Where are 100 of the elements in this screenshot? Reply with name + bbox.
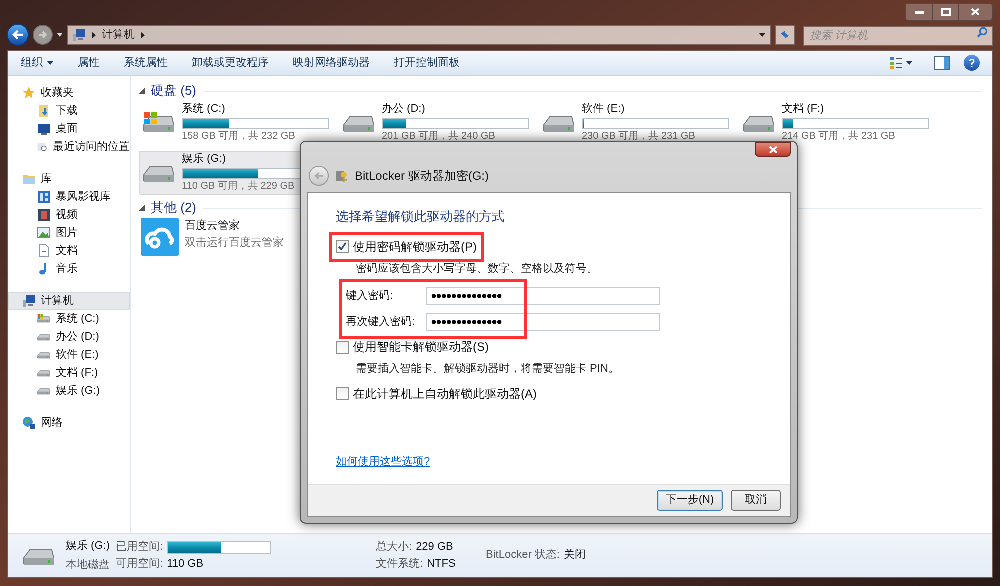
option-checkbox[interactable]: 使用密码解锁驱动器(P) [336,238,477,256]
app-description: 双击运行百度云管家 [185,236,284,250]
drive-tile[interactable]: 软件 (E:) 230 GB 可用，共 231 GB [539,101,735,145]
dialog-button[interactable]: 取消 [731,490,781,511]
search-icon [977,27,988,38]
drive-name: 办公 (D:) [382,103,426,116]
detail-value: 关闭 [564,548,586,564]
history-dropdown-icon[interactable] [57,33,63,37]
hard-drive-icon [37,368,51,378]
computer-icon [22,294,36,308]
drive-type: 本地磁盘 [66,558,110,572]
nav-group[interactable]: 网络 [8,414,130,432]
refresh-button[interactable] [775,25,795,45]
nav-item[interactable]: 暴风影视库 [56,188,111,206]
detail-label: 可用空间: [116,556,164,572]
back-button[interactable] [7,24,29,46]
close-button[interactable] [958,4,992,20]
drive-tile[interactable]: 办公 (D:) 201 GB 可用，共 240 GB [339,101,535,145]
dialog-button[interactable]: 下一步(N) [657,490,723,511]
nav-item[interactable]: 最近访问的位置 [53,138,130,156]
option-checkbox[interactable]: 在此计算机上自动解锁此驱动器(A) [336,384,537,402]
password-field[interactable]: ●●●●●●●●●●●●●● [426,287,660,305]
detail-value: 110 GB [167,556,204,572]
minimize-button[interactable] [906,4,932,20]
nav-item[interactable]: 音乐 [56,260,78,278]
checkmark-icon [338,242,347,251]
chevron-icon[interactable] [92,32,96,38]
forward-arrow-icon [38,31,48,39]
maximize-button[interactable] [932,4,958,20]
hard-drive-icon [37,332,51,342]
section-header: 其他 (2) [151,199,196,218]
toolbar-button[interactable]: 属性 [71,52,107,74]
detail-label: BitLocker 状态: [486,548,560,564]
drive-space-text: 230 GB 可用，共 231 GB [582,131,696,143]
forward-button[interactable] [33,25,53,45]
dialog-heading: 选择希望解锁此驱动器的方式 [336,208,506,226]
app-name: 百度云管家 [185,218,241,234]
breadcrumb-item[interactable]: 计算机 [102,26,135,44]
preview-pane-button[interactable] [934,56,950,70]
system-drive-icon [142,111,176,135]
nav-group[interactable]: 库 [8,170,130,188]
nav-item[interactable]: 娱乐 (G:) [56,382,100,400]
nav-item[interactable]: 下载 [56,102,78,120]
drive-name: 软件 (E:) [582,103,626,116]
minimize-icon [914,10,924,14]
nav-group[interactable]: 收藏夹 [8,84,130,102]
password-field[interactable]: ●●●●●●●●●●●●●● [426,313,660,331]
field-label: 再次键入密码: [346,314,416,330]
collapse-arrow-icon[interactable] [139,88,145,94]
detail-value: NTFS [427,556,456,572]
dropdown-icon [759,33,766,37]
media-library-icon [37,190,51,204]
drive-space-text: 110 GB 可用，共 229 GB [182,181,296,193]
drive-space-text: 158 GB 可用，共 232 GB [182,131,296,143]
address-bar[interactable]: 计算机 [67,25,771,45]
chevron-icon[interactable] [141,32,145,38]
option-description: 需要插入智能卡。解锁驱动器时，将需要智能卡 PIN。 [356,362,620,377]
nav-group-label: 网络 [41,416,63,431]
toolbar-button[interactable]: 映射网络驱动器 [286,52,377,74]
dropdown-icon [47,61,54,65]
search-field[interactable]: 搜索 计算机 [803,26,993,46]
help-link[interactable]: 如何使用这些选项? [336,454,430,470]
nav-group-label: 计算机 [41,294,74,309]
collapse-arrow-icon[interactable] [139,205,145,211]
drive-tile[interactable]: 文档 (F:) 214 GB 可用，共 231 GB [739,101,935,145]
dialog-close-button[interactable] [755,142,791,157]
computer-icon [72,28,86,42]
nav-item[interactable]: 桌面 [56,120,78,138]
dialog-title: BitLocker 驱动器加密(G:) [355,168,490,185]
toolbar-button[interactable]: 组织 [14,52,61,74]
section-header: 硬盘 (5) [151,82,196,100]
detail-label: 文件系统: [376,556,424,572]
dropdown-icon [906,61,913,65]
close-icon [971,8,980,16]
toolbar-button[interactable]: 卸载或更改程序 [185,52,276,74]
drive-tile[interactable]: 系统 (C:) 158 GB 可用，共 232 GB [139,101,335,145]
nav-item[interactable]: 系统 (C:) [56,310,100,328]
help-button[interactable] [964,55,980,71]
drive-name: 文档 (F:) [782,103,826,116]
nav-item[interactable]: 文档 [56,242,78,260]
refresh-icon [779,29,791,41]
nav-group[interactable]: 计算机 [8,292,130,310]
nav-item[interactable]: 视频 [56,206,78,224]
cloud-app-icon [141,218,179,256]
toolbar-button[interactable]: 打开控制面板 [387,52,467,74]
document-icon [37,244,51,258]
back-arrow-icon [12,30,24,40]
folder-icon [22,172,36,186]
app-tile[interactable]: 百度云管家 双击运行百度云管家 [139,218,335,256]
nav-item[interactable]: 文档 (F:) [56,364,98,382]
option-description: 密码应该包含大小写字母、数字、空格以及符号。 [356,262,599,276]
option-checkbox[interactable]: 使用智能卡解锁驱动器(S) [336,338,489,356]
nav-item[interactable]: 软件 (E:) [56,346,99,364]
key-icon [335,169,349,183]
toolbar-button[interactable]: 系统属性 [117,52,175,74]
nav-group-label: 收藏夹 [41,86,74,101]
nav-item[interactable]: 办公 (D:) [56,328,100,346]
drive-name: 娱乐 (G:) [66,539,110,554]
drive-name: 娱乐 (G:) [182,153,227,166]
nav-item[interactable]: 图片 [56,224,78,242]
